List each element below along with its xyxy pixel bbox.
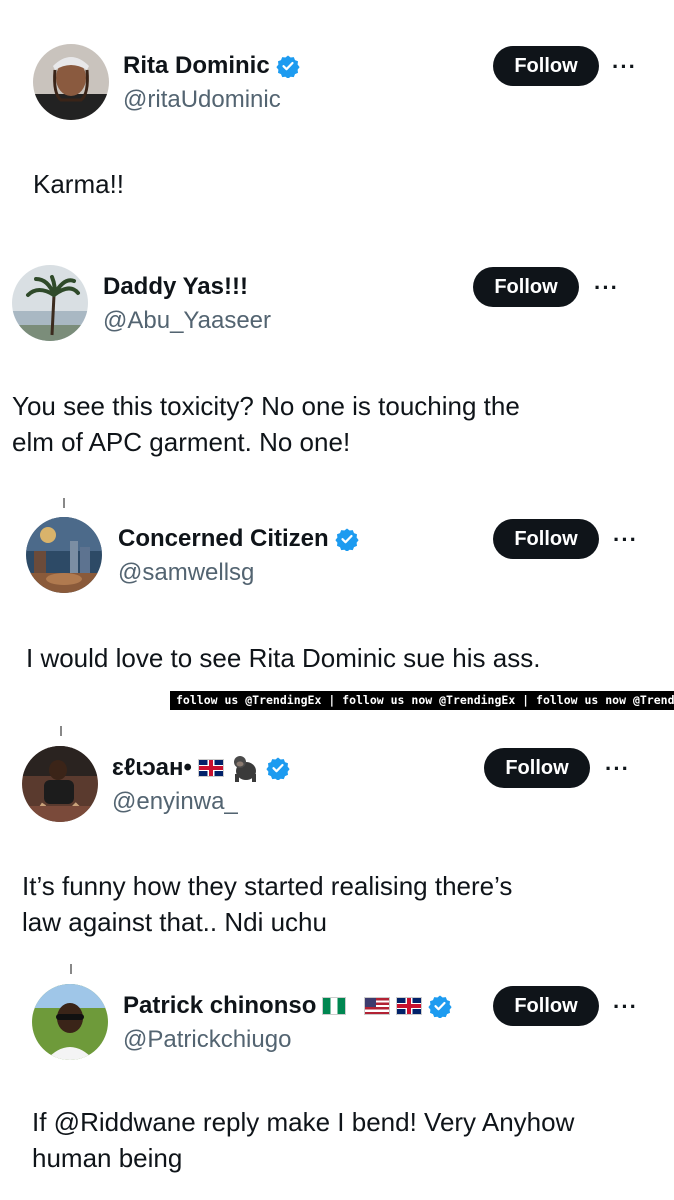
follow-button[interactable]: Follow [493,986,599,1026]
post-patrick-chinonso: Patrick chinonso @Patrickchiugo Follow ·… [0,0,674,1200]
more-options-icon[interactable]: ··· [613,996,638,1018]
display-name[interactable]: Patrick chinonso [123,992,316,1020]
post-text: If @Riddwane reply make I bend! Very Any… [32,1107,575,1173]
verified-badge-icon [428,994,452,1018]
avatar[interactable] [32,984,108,1060]
nigeria-flag-icon [322,997,347,1015]
uk-flag-icon [396,997,423,1015]
us-flag-icon [364,997,391,1015]
thread-connector [70,964,72,974]
name-row: Patrick chinonso [123,992,452,1020]
user-handle[interactable]: @Patrickchiugo [123,1026,291,1054]
